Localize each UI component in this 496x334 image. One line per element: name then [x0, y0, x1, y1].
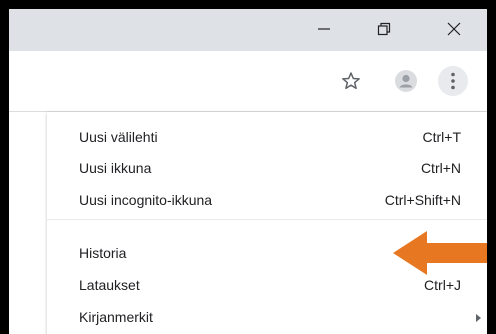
bookmark-star-button[interactable] [335, 65, 367, 97]
menu-divider [47, 219, 487, 220]
chrome-dropdown-menu: Uusi välilehti Ctrl+T Uusi ikkuna Ctrl+N… [47, 112, 487, 334]
menu-item-label: Kirjanmerkit [79, 309, 153, 325]
menu-item-new-window[interactable]: Uusi ikkuna Ctrl+N [47, 153, 487, 184]
kebab-menu-icon [438, 66, 468, 96]
menu-item-shortcut: Ctrl+Shift+N [384, 192, 461, 208]
menu-item-label: Uusi incognito-ikkuna [79, 192, 213, 208]
menu-item-label: Historia [79, 245, 127, 261]
restore-button[interactable] [359, 9, 409, 49]
menu-item-label: Uusi välilehti [79, 129, 158, 145]
menu-item-label: Uusi ikkuna [79, 160, 152, 176]
minimize-icon [318, 28, 330, 30]
close-button[interactable] [429, 9, 479, 49]
avatar-icon [395, 70, 417, 92]
menu-item-new-tab[interactable]: Uusi välilehti Ctrl+T [47, 122, 487, 153]
menu-item-shortcut: Ctrl+T [422, 129, 462, 145]
highlight-arrow-icon [393, 231, 487, 275]
menu-item-bookmarks[interactable]: Kirjanmerkit [47, 302, 487, 333]
toolbar [9, 51, 487, 112]
restore-icon [377, 22, 391, 36]
menu-item-new-incognito-window[interactable]: Uusi incognito-ikkuna Ctrl+Shift+N [47, 185, 487, 216]
menu-item-shortcut: Ctrl+J [424, 277, 461, 293]
menu-item-shortcut: Ctrl+N [420, 160, 461, 176]
title-bar [9, 9, 487, 51]
star-icon [342, 72, 360, 90]
browser-window: Uusi välilehti Ctrl+T Uusi ikkuna Ctrl+N… [9, 9, 487, 334]
close-icon [447, 22, 461, 36]
submenu-arrow-icon [476, 314, 481, 322]
profile-button[interactable] [390, 65, 422, 97]
minimize-button[interactable] [299, 9, 349, 49]
chrome-menu-button[interactable] [437, 65, 469, 97]
menu-item-label: Lataukset [79, 277, 140, 293]
